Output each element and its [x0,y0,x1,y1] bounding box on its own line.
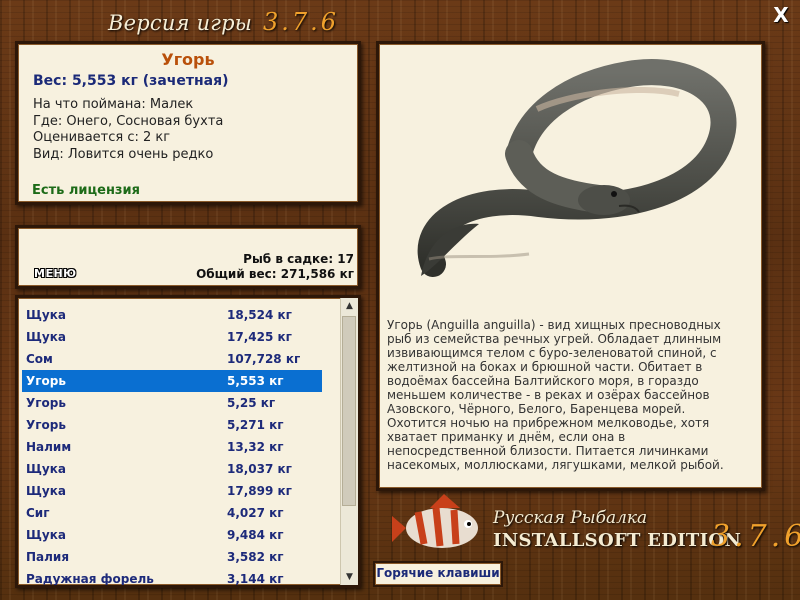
catch-list-items: Щука 18,524 кг Щука 17,425 кг Сом 107,728 кг У… [22,304,322,586]
fish-photo-panel: Угорь (Anguilla anguilla) - вид хищных п… [376,41,765,491]
scroll-thumb[interactable] [342,316,356,506]
list-item-name: Щука [26,528,66,542]
list-item[interactable]: Щука 18,037 кг [22,458,322,480]
title-text: Версия игры [108,11,253,35]
list-item[interactable]: Палия 3,582 кг [22,546,322,568]
list-item-name: Щука [26,484,66,498]
logo-title: Русская Рыбалка [493,508,648,528]
list-item-weight: 3,144 кг [227,572,284,586]
list-item[interactable]: Щука 17,425 кг [22,326,322,348]
scroll-down-icon[interactable]: ▼ [341,569,358,585]
license-status: Есть лицензия [32,183,140,198]
window-title: Версия игры 3.7.6 [108,8,339,36]
menu-button[interactable]: МЕНЮ [34,267,77,280]
list-item-name: Угорь [26,418,66,432]
list-item[interactable]: Угорь 5,553 кг [22,370,322,392]
list-item-weight: 3,582 кг [227,550,284,564]
rarity: Вид: Ловится очень редко [33,146,214,162]
list-item[interactable]: Щука 9,484 кг [22,524,322,546]
catch-list: Щука 18,524 кг Щука 17,425 кг Сом 107,728 кг У… [15,295,361,588]
list-item[interactable]: Налим 13,32 кг [22,436,322,458]
list-item-weight: 5,553 кг [227,374,284,388]
logo-fish-icon [392,494,478,548]
list-item-name: Палия [26,550,70,564]
list-item[interactable]: Щука 18,524 кг [22,304,322,326]
list-item-weight: 13,32 кг [227,440,284,454]
list-item-weight: 9,484 кг [227,528,284,542]
list-item-name: Угорь [26,396,66,410]
list-item[interactable]: Сом 107,728 кг [22,348,322,370]
list-item[interactable]: Угорь 5,25 кг [22,392,322,414]
caught-on: На что поймана: Малек [33,97,194,112]
list-scrollbar[interactable]: ▲ ▼ [340,298,358,585]
logo-version: 3.7.6 [711,519,800,554]
list-item[interactable]: Сиг 4,027 кг [22,502,322,524]
list-item-name: Щука [26,330,66,344]
list-item-weight: 17,899 кг [227,484,292,498]
list-item-weight: 18,524 кг [227,308,292,322]
list-item-name: Угорь [26,374,66,388]
fish-weight: Вес: 5,553 кг (зачетная) [33,73,229,89]
list-item-weight: 5,25 кг [227,396,276,410]
list-item-weight: 4,027 кг [227,506,284,520]
list-item-name: Щука [26,308,66,322]
total-weight: Общий вес: 271,586 кг [196,267,354,281]
rated-from: Оценивается с: 2 кг [33,130,171,145]
keepnet-stats-panel: МЕНЮ Рыб в садке: 17 Общий вес: 271,586 … [15,225,361,289]
title-version: 3.7.6 [262,8,340,36]
list-item[interactable]: Радужная форель 3,144 кг [22,568,322,586]
fish-details: На что поймана: Малек Где: Онего, Соснов… [33,97,223,163]
eel-image [417,59,737,277]
list-item[interactable]: Угорь 5,271 кг [22,414,322,436]
list-item-name: Налим [26,440,72,454]
list-item-name: Щука [26,462,66,476]
fish-count: Рыб в садке: 17 [243,252,354,266]
fish-name: Угорь [161,50,215,69]
list-item-name: Сом [26,352,53,366]
hotkeys-button[interactable]: Горячие клавиши [373,561,503,587]
list-item-weight: 17,425 кг [227,330,292,344]
close-icon[interactable]: X [772,5,790,25]
scroll-up-icon[interactable]: ▲ [341,298,358,314]
fish-info-panel: Угорь Вес: 5,553 кг (зачетная) На что по… [15,41,361,205]
list-item-weight: 107,728 кг [227,352,301,366]
logo-edition: INSTALLSOFT EDITION [493,530,742,551]
fish-description: Угорь (Anguilla anguilla) - вид хищных п… [387,318,724,472]
list-item[interactable]: Щука 17,899 кг [22,480,322,502]
list-item-name: Сиг [26,506,50,520]
catch-location: Где: Онего, Сосновая бухта [33,113,224,129]
list-item-weight: 5,271 кг [227,418,284,432]
list-item-weight: 18,037 кг [227,462,292,476]
list-item-name: Радужная форель [26,572,154,586]
